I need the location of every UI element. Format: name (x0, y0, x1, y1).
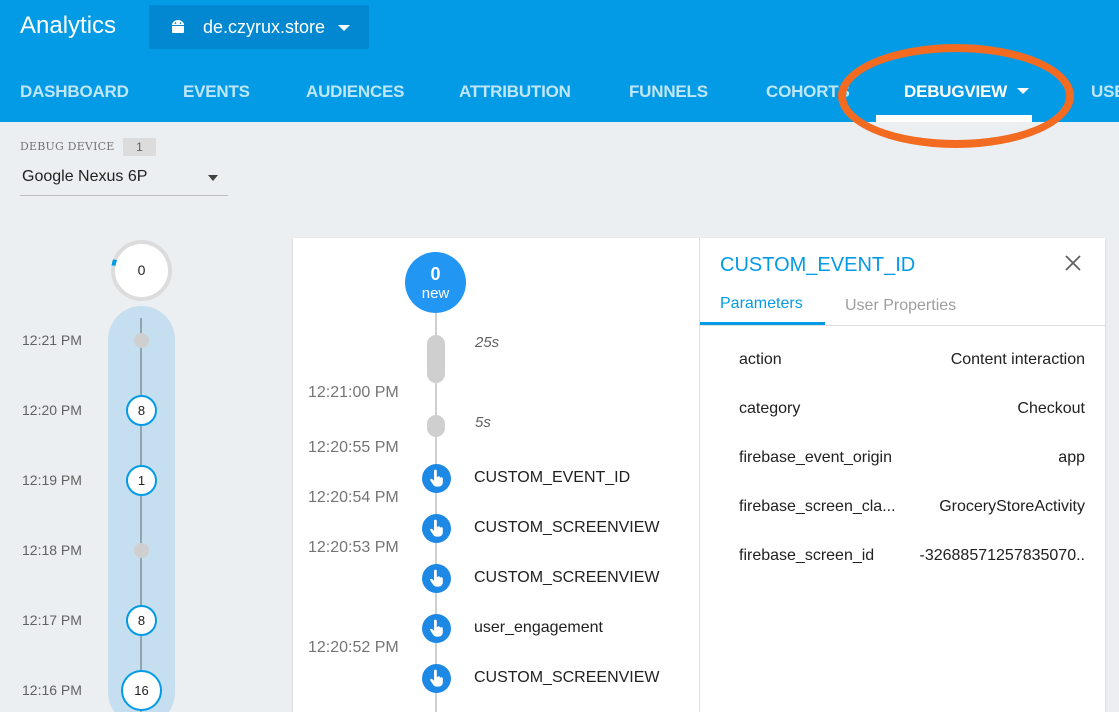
detail-tabs-divider (700, 325, 1105, 326)
app-title: Analytics (20, 12, 117, 39)
param-value: -32688571257835070.. (919, 547, 1086, 564)
new-events-label: new (421, 285, 450, 302)
tab-user-properties[interactable]: USE (1091, 82, 1119, 102)
minutes-top-counter: 0 (111, 240, 172, 301)
event-timestamp: 12:20:53 PM (308, 539, 399, 556)
new-events-bubble[interactable]: 0 new (405, 252, 466, 313)
top-app-bar: Analytics de.czyrux.store DASHBOARD EVEN… (0, 0, 1119, 122)
minute-label: 12:20 PM (22, 402, 82, 418)
android-icon (172, 20, 184, 33)
minute-label: 12:19 PM (22, 472, 82, 488)
tab-audiences[interactable]: AUDIENCES (306, 82, 405, 102)
tab-dashboard[interactable]: DASHBOARD (20, 82, 129, 102)
param-key: firebase_screen_id (739, 547, 875, 564)
param-key: category (739, 400, 801, 417)
event-name[interactable]: CUSTOM_SCREENVIEW (474, 569, 660, 587)
debug-device-label: DEBUG DEVICE (20, 140, 115, 153)
minute-empty-dot[interactable] (134, 333, 149, 348)
event-timestamp: 12:20:55 PM (308, 439, 399, 456)
param-value: Content interaction (950, 351, 1085, 368)
event-detail-title: CUSTOM_EVENT_ID (720, 254, 916, 276)
close-icon[interactable] (1064, 254, 1082, 272)
param-value: Checkout (1017, 400, 1085, 417)
event-name[interactable]: CUSTOM_SCREENVIEW (474, 669, 660, 687)
param-value: GroceryStoreActivity (939, 498, 1085, 515)
new-events-count: 0 (430, 264, 441, 284)
touch-icon[interactable] (422, 464, 451, 493)
minute-event-count[interactable]: 8 (126, 395, 157, 426)
param-key: firebase_screen_cla... (739, 498, 896, 515)
touch-icon[interactable] (422, 564, 451, 593)
tab-debugview-label: DEBUGVIEW (904, 82, 1008, 101)
event-name[interactable]: CUSTOM_SCREENVIEW (474, 519, 660, 537)
panel-divider (699, 238, 700, 712)
event-name[interactable]: CUSTOM_EVENT_ID (474, 469, 630, 487)
minute-label: 12:21 PM (22, 332, 82, 348)
param-key: action (739, 351, 782, 368)
dropdown-arrow-icon (208, 175, 218, 181)
minutes-timeline-line (140, 318, 142, 712)
debug-device-selected: Google Nexus 6P (22, 168, 148, 185)
touch-icon[interactable] (422, 514, 451, 543)
touch-icon[interactable] (422, 614, 451, 643)
minute-label: 12:18 PM (22, 542, 82, 558)
event-name[interactable]: user_engagement (474, 619, 603, 637)
debug-device-count-badge: 1 (123, 138, 156, 156)
minute-empty-dot[interactable] (134, 543, 149, 558)
tab-parameters[interactable]: Parameters (720, 295, 803, 313)
time-gap-pill (427, 415, 445, 437)
event-timestamp: 12:21:00 PM (308, 384, 399, 401)
time-gap-label: 25s (475, 334, 500, 351)
minute-event-count[interactable]: 1 (126, 465, 157, 496)
event-timestamp: 12:20:54 PM (308, 489, 399, 506)
tab-attribution[interactable]: ATTRIBUTION (459, 82, 571, 102)
active-tab-indicator (876, 115, 1032, 122)
minute-event-count[interactable]: 16 (121, 670, 162, 711)
time-gap-pill (427, 335, 445, 383)
app-picker-dropdown[interactable]: de.czyrux.store (149, 5, 369, 49)
tab-events[interactable]: EVENTS (183, 82, 250, 102)
minute-label: 12:17 PM (22, 612, 82, 628)
minute-event-count[interactable]: 8 (126, 605, 157, 636)
minute-label: 12:16 PM (22, 682, 82, 698)
tab-cohorts[interactable]: COHORTS (766, 82, 850, 102)
event-timestamp: 12:20:52 PM (308, 639, 399, 656)
time-gap-label: 5s (475, 414, 491, 431)
app-picker-label: de.czyrux.store (203, 17, 326, 37)
tab-funnels[interactable]: FUNNELS (629, 82, 708, 102)
tab-debugview[interactable]: DEBUGVIEW (904, 82, 1030, 102)
param-value: app (1058, 449, 1085, 466)
param-key: firebase_event_origin (739, 449, 892, 466)
chevron-down-icon (1017, 88, 1030, 94)
debug-device-select[interactable]: Google Nexus 6P (20, 160, 228, 196)
tab-user-properties[interactable]: User Properties (845, 297, 956, 315)
chevron-down-icon (338, 25, 350, 31)
touch-icon[interactable] (422, 664, 451, 693)
